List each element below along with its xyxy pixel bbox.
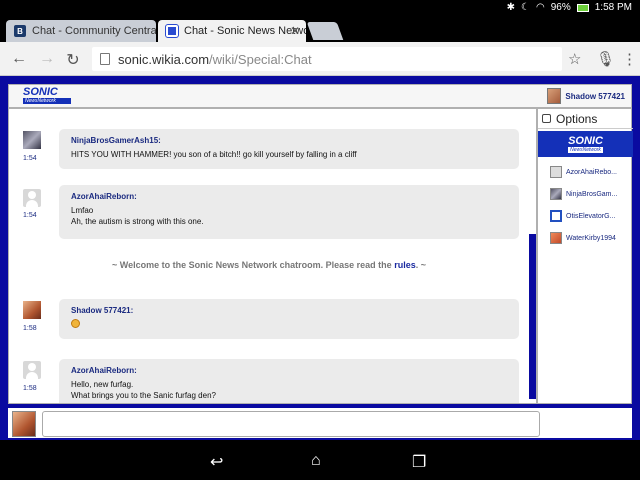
menu-dots-icon[interactable]: ⋮ xyxy=(622,50,637,68)
avatar[interactable] xyxy=(23,189,41,207)
user-list-item[interactable]: OtisElevatorG... xyxy=(550,205,632,227)
avatar[interactable] xyxy=(23,131,41,149)
user-list-item[interactable]: WaterKirby1994 xyxy=(550,227,632,249)
welcome-suffix: . ~ xyxy=(416,260,426,270)
sonic-favicon-icon xyxy=(166,25,178,37)
message-username[interactable]: AzorAhaiReborn: xyxy=(71,191,507,202)
bluetooth-icon: ✱ xyxy=(507,2,515,13)
welcome-text: ~ Welcome to the Sonic News Network chat… xyxy=(112,260,394,270)
message-input[interactable] xyxy=(42,411,540,437)
battery-percent: 96% xyxy=(551,2,571,13)
system-nav-bar: ↩ ⌂ ❐ xyxy=(0,440,640,480)
home-icon[interactable]: ⌂ xyxy=(311,452,321,470)
star-bookmark-icon[interactable]: ☆ xyxy=(568,50,581,68)
options-button[interactable]: Options xyxy=(538,109,633,129)
close-tab-icon[interactable]: ✕ xyxy=(290,24,300,38)
message-text: Hello, new furfag. xyxy=(71,379,507,390)
url-path: /wiki/Special:Chat xyxy=(209,52,312,67)
user-list-name: OtisElevatorG... xyxy=(566,213,615,220)
clock: 1:58 PM xyxy=(595,2,632,13)
address-bar[interactable]: sonic.wikia.com/wiki/Special:Chat xyxy=(92,47,562,71)
page-info-icon[interactable] xyxy=(100,53,110,65)
self-user[interactable]: Shadow 577421 xyxy=(547,88,625,104)
sonic-logo[interactable]: SONIC NewsNetwork xyxy=(23,87,71,105)
logo-bottom-text: NewsNetwork xyxy=(23,98,71,104)
forward-arrow-icon[interactable]: → xyxy=(38,50,56,68)
message-text: HITS YOU WITH HAMMER! you son of a bitch… xyxy=(71,149,507,160)
user-sidebar: Options SONIC NewsNetwork AzorAhaiRebo..… xyxy=(537,108,632,404)
message-text: What brings you to the Sanic furfag den? xyxy=(71,390,507,401)
avatar[interactable] xyxy=(23,301,41,319)
welcome-notice: ~ Welcome to the Sonic News Network chat… xyxy=(9,260,529,270)
emoticon-icon xyxy=(71,319,80,328)
message-bubble: Shadow 577421: xyxy=(59,299,519,339)
message-time: 1:58 xyxy=(23,325,37,332)
options-label: Options xyxy=(556,112,597,126)
status-bar: ✱ ☾ ◠ 96% 1:58 PM xyxy=(0,0,640,16)
options-icon xyxy=(542,114,551,123)
microphone-icon[interactable]: 🎙 xyxy=(596,50,615,68)
user-list: AzorAhaiRebo... NinjaBrosGam... OtisElev… xyxy=(550,161,632,249)
self-username: Shadow 577421 xyxy=(565,92,625,101)
logo-bottom-text: NewsNetwork xyxy=(568,147,603,153)
avatar xyxy=(550,166,562,178)
sidebar-logo: SONIC NewsNetwork xyxy=(538,131,633,157)
back-icon[interactable]: ↩ xyxy=(210,452,223,472)
logo-top-text: SONIC xyxy=(23,87,71,98)
message-time: 1:58 xyxy=(23,385,37,392)
user-list-item[interactable]: NinjaBrosGam... xyxy=(550,183,632,205)
avatar xyxy=(547,88,561,104)
message-bubble: AzorAhaiReborn: Hello, new furfag. What … xyxy=(59,359,519,404)
moon-icon: ☾ xyxy=(521,2,530,13)
tab-community-central[interactable]: B Chat - Community Central - V xyxy=(6,20,156,42)
fandom-favicon-icon: B xyxy=(14,25,26,37)
message-text: Lmfao xyxy=(71,205,507,216)
avatar xyxy=(12,411,36,437)
message-time: 1:54 xyxy=(23,212,37,219)
avatar xyxy=(550,232,562,244)
message-bubble: NinjaBrosGamerAsh15: HITS YOU WITH HAMME… xyxy=(59,129,519,169)
user-list-name: NinjaBrosGam... xyxy=(566,191,617,198)
reload-icon[interactable]: ↻ xyxy=(64,50,82,70)
back-arrow-icon[interactable]: ← xyxy=(10,50,28,68)
tab-label: Chat - Sonic News Network xyxy=(184,25,306,37)
rules-link[interactable]: rules xyxy=(394,260,416,270)
chat-header: SONIC NewsNetwork Shadow 577421 xyxy=(8,84,632,108)
recent-apps-icon[interactable]: ❐ xyxy=(412,452,426,472)
user-list-name: WaterKirby1994 xyxy=(566,235,616,242)
battery-icon xyxy=(577,4,589,12)
avatar[interactable] xyxy=(23,361,41,379)
tab-sonic-news-network[interactable]: Chat - Sonic News Network ✕ xyxy=(158,20,306,42)
user-list-item[interactable]: AzorAhaiRebo... xyxy=(550,161,632,183)
tab-strip: B Chat - Community Central - V Chat - So… xyxy=(0,16,640,42)
message-username[interactable]: AzorAhaiReborn: xyxy=(71,365,507,376)
message-username[interactable]: Shadow 577421: xyxy=(71,305,507,316)
wifi-icon: ◠ xyxy=(536,2,545,13)
message-time: 1:54 xyxy=(23,155,37,162)
message-scrollbar[interactable] xyxy=(529,234,536,399)
chat-page: SONIC NewsNetwork Shadow 577421 1:54 Nin… xyxy=(0,76,640,440)
message-username[interactable]: NinjaBrosGamerAsh15: xyxy=(71,135,507,146)
message-compose xyxy=(8,408,632,438)
status-icons: ✱ ☾ ◠ 96% 1:58 PM xyxy=(507,2,632,13)
avatar xyxy=(550,210,562,222)
logo-top-text: SONIC xyxy=(568,136,603,147)
browser-toolbar: ← → ↻ sonic.wikia.com/wiki/Special:Chat … xyxy=(0,42,640,76)
url-host: sonic.wikia.com xyxy=(118,52,209,67)
tab-label: Chat - Community Central - V xyxy=(32,25,156,37)
new-tab-button[interactable] xyxy=(307,22,344,40)
message-text: Ah, the autism is strong with this one. xyxy=(71,216,507,227)
avatar xyxy=(550,188,562,200)
user-list-name: AzorAhaiRebo... xyxy=(566,169,617,176)
message-bubble: AzorAhaiReborn: Lmfao Ah, the autism is … xyxy=(59,185,519,239)
message-list[interactable]: 1:54 NinjaBrosGamerAsh15: HITS YOU WITH … xyxy=(8,108,537,404)
